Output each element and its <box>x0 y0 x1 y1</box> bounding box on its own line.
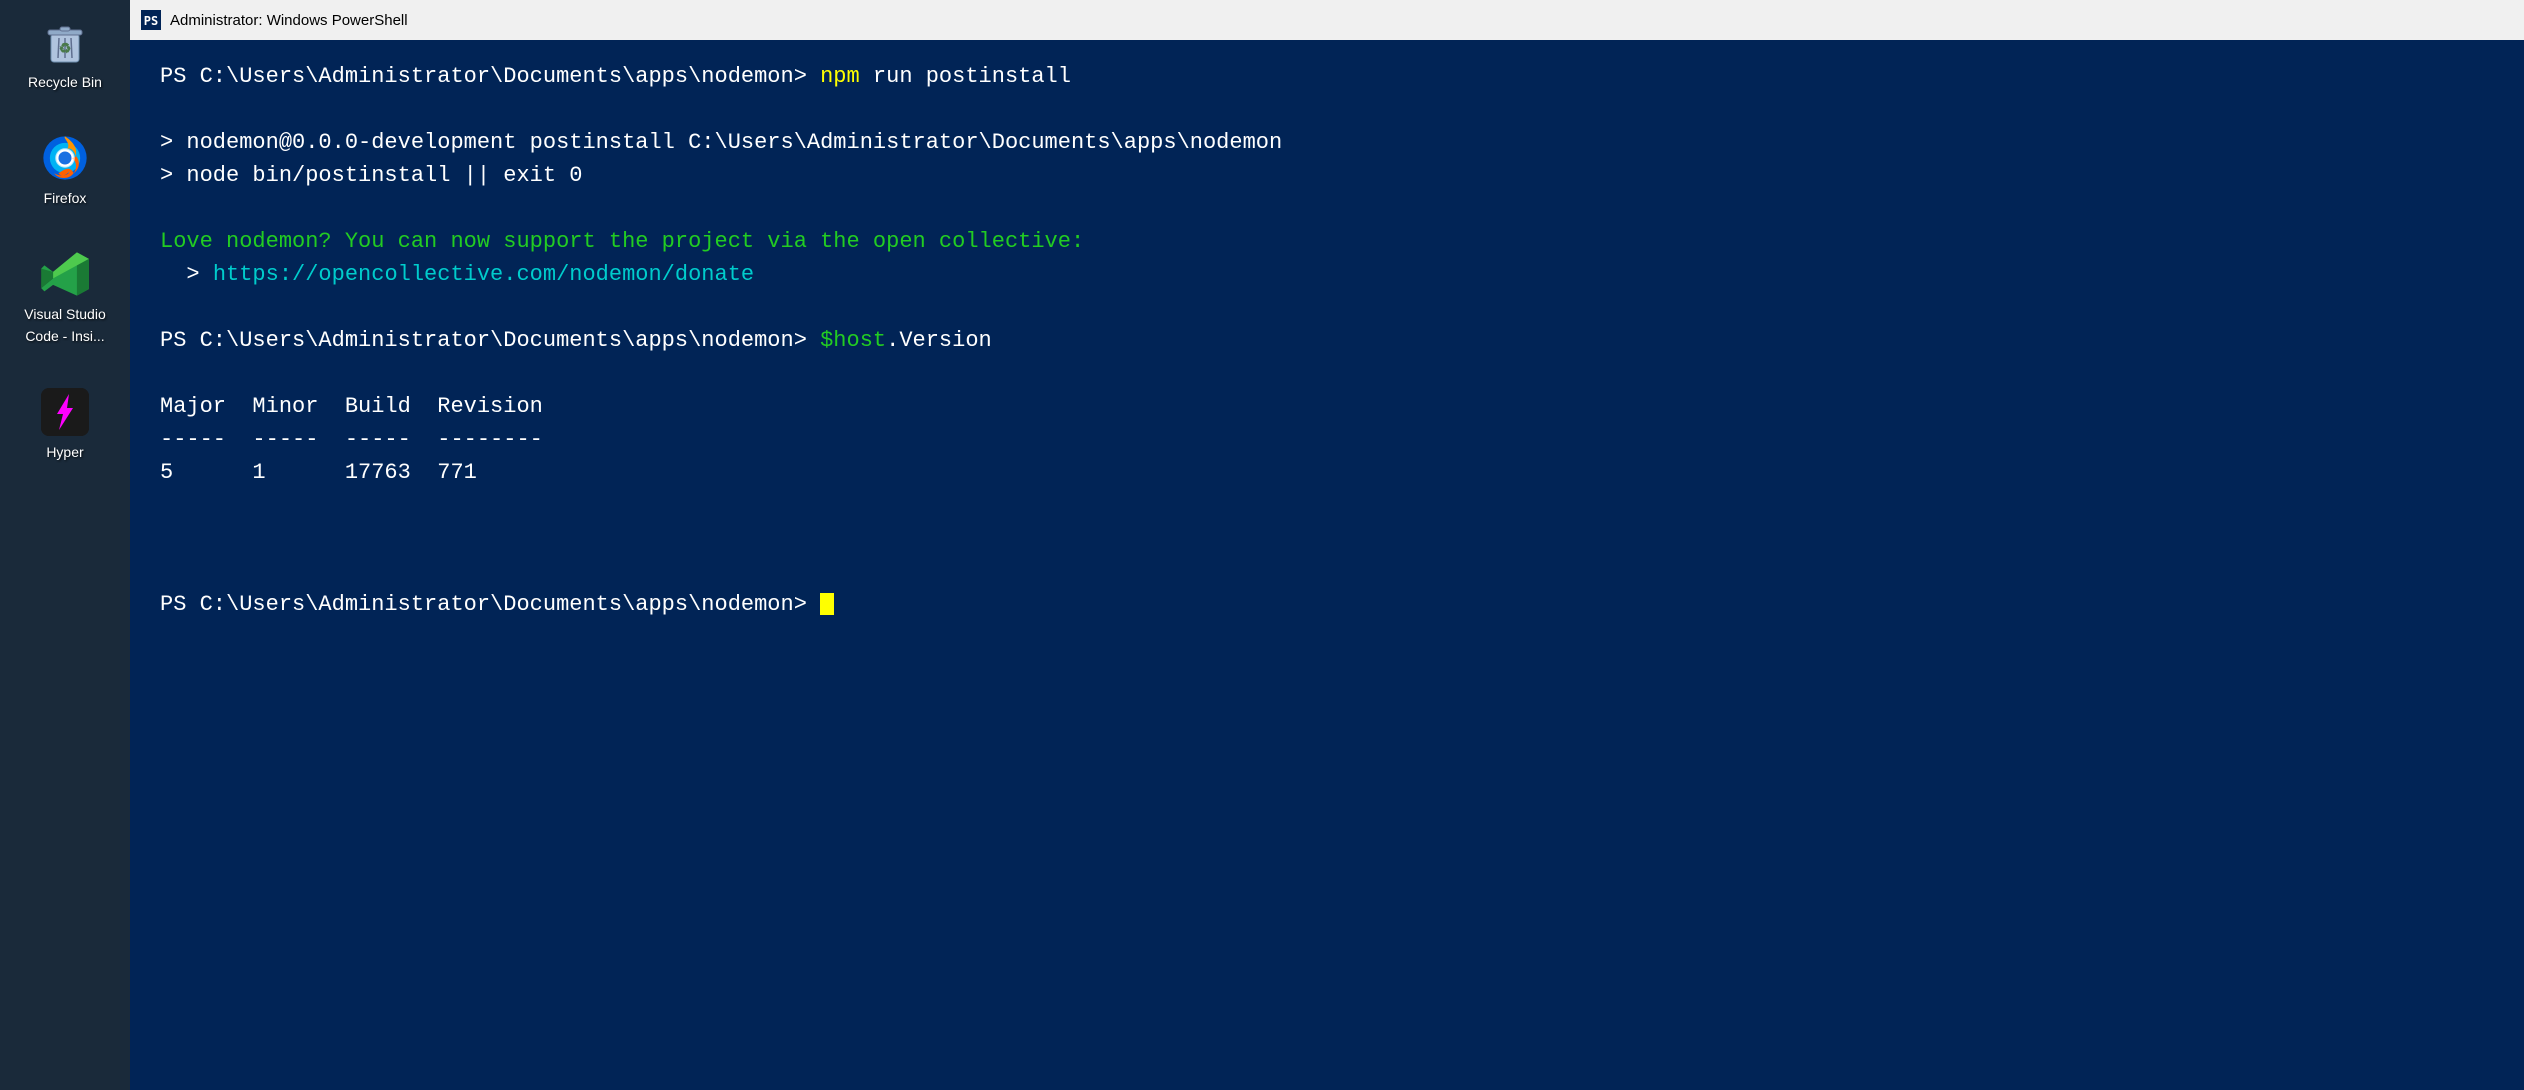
desktop-icon-firefox[interactable]: Firefox <box>33 126 97 212</box>
terminal-link-line: > https://opencollective.com/nodemon/don… <box>160 258 2494 291</box>
terminal-line-4: PS C:\Users\Administrator\Documents\apps… <box>160 324 2494 357</box>
firefox-label: Firefox <box>44 190 87 206</box>
powershell-icon: PS <box>140 9 162 31</box>
powershell-window: PS Administrator: Windows PowerShell PS … <box>130 0 2524 1090</box>
vscode-icon <box>39 248 91 300</box>
terminal-cursor <box>820 593 834 615</box>
svg-text:PS: PS <box>144 14 158 28</box>
terminal-blank-6 <box>160 522 2494 555</box>
terminal-table-sep: ----- ----- ----- -------- <box>160 423 2494 456</box>
vscode-label-line2: Code - Insi... <box>25 328 104 344</box>
titlebar: PS Administrator: Windows PowerShell <box>130 0 2524 40</box>
terminal-blank-2 <box>160 192 2494 225</box>
terminal-line-3: > node bin/postinstall || exit 0 <box>160 159 2494 192</box>
terminal-love-message: Love nodemon? You can now support the pr… <box>160 225 2494 258</box>
vscode-label-line1: Visual Studio <box>24 306 105 322</box>
desktop-sidebar: ♻ Recycle Bin Firefox <box>0 0 130 1090</box>
terminal-content[interactable]: PS C:\Users\Administrator\Documents\apps… <box>130 40 2524 1090</box>
terminal-blank-3 <box>160 291 2494 324</box>
desktop-icon-recycle-bin[interactable]: ♻ Recycle Bin <box>22 10 108 96</box>
terminal-table-header: Major Minor Build Revision <box>160 390 2494 423</box>
recycle-bin-label: Recycle Bin <box>28 74 102 90</box>
terminal-blank-7 <box>160 555 2494 588</box>
terminal-final-prompt: PS C:\Users\Administrator\Documents\apps… <box>160 588 2494 621</box>
terminal-blank-5 <box>160 489 2494 522</box>
terminal-line-2: > nodemon@0.0.0-development postinstall … <box>160 126 2494 159</box>
hyper-label: Hyper <box>46 444 83 460</box>
terminal-blank-4 <box>160 357 2494 390</box>
terminal-blank-1 <box>160 93 2494 126</box>
hyper-icon <box>39 386 91 438</box>
terminal-table-row: 5 1 17763 771 <box>160 456 2494 489</box>
firefox-icon <box>39 132 91 184</box>
desktop-icon-hyper[interactable]: Hyper <box>33 380 97 466</box>
svg-text:♻: ♻ <box>59 42 72 57</box>
titlebar-title: Administrator: Windows PowerShell <box>170 12 408 29</box>
desktop-icon-vscode[interactable]: Visual Studio Code - Insi... <box>18 242 111 350</box>
recycle-bin-icon: ♻ <box>39 16 91 68</box>
terminal-line-1: PS C:\Users\Administrator\Documents\apps… <box>160 60 2494 93</box>
